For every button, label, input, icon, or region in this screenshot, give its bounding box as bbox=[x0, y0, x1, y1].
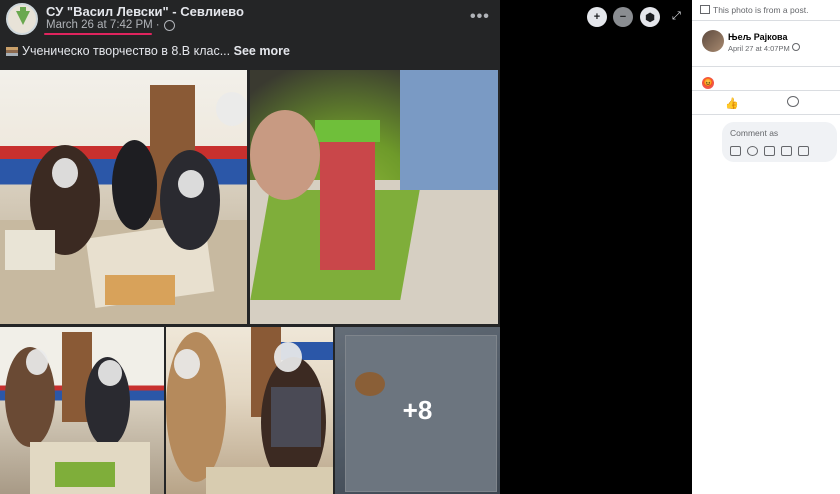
paper-model bbox=[5, 230, 55, 270]
tower-top bbox=[315, 120, 380, 142]
post-meta: March 26 at 7:42 PM · bbox=[46, 19, 175, 31]
blurred-face bbox=[216, 92, 247, 126]
books-icon bbox=[6, 47, 18, 56]
student-hair bbox=[160, 150, 220, 250]
comment-tools bbox=[730, 146, 809, 156]
post-photo-5[interactable]: +8 bbox=[335, 327, 500, 494]
blurred-face bbox=[98, 360, 122, 386]
post-photo-3[interactable] bbox=[0, 327, 164, 494]
emoji-icon[interactable] bbox=[747, 146, 758, 156]
hand bbox=[250, 110, 320, 200]
post-card: СУ "Васил Левски" - Севлиево March 26 at… bbox=[0, 0, 500, 494]
avatar-sticker-icon[interactable] bbox=[730, 146, 741, 156]
blurred-face bbox=[274, 342, 302, 372]
argyle-vest bbox=[271, 387, 321, 447]
commenter-name[interactable]: Њељ Рајкова bbox=[728, 32, 787, 42]
caption-text: Ученическо творчество в 8.В клас... bbox=[22, 44, 231, 58]
download-arrow-icon-head bbox=[16, 11, 30, 25]
divider bbox=[692, 90, 840, 91]
post-icon bbox=[700, 5, 710, 14]
comment-input[interactable]: Comment as bbox=[722, 122, 837, 162]
comment-icon[interactable] bbox=[787, 96, 799, 107]
photo-viewer: СУ "Васил Левски" - Севлиево March 26 at… bbox=[0, 0, 692, 494]
green-board bbox=[55, 462, 115, 487]
commenter-date-text[interactable]: April 27 at 4:07PM bbox=[728, 44, 790, 53]
angry-reaction-icon[interactable]: 😡 bbox=[702, 77, 714, 89]
commenter-avatar[interactable] bbox=[702, 30, 724, 52]
like-icon[interactable]: 👍 bbox=[725, 97, 739, 110]
page-avatar[interactable] bbox=[6, 3, 38, 35]
post-header: СУ "Васил Левски" - Севлиево March 26 at… bbox=[0, 0, 500, 40]
blurred-face bbox=[178, 170, 204, 198]
gif-icon[interactable] bbox=[781, 146, 792, 156]
post-photo-4[interactable] bbox=[166, 327, 333, 494]
more-options-icon[interactable]: ••• bbox=[470, 8, 490, 26]
denim-sleeve bbox=[400, 70, 498, 190]
zoom-out-icon[interactable]: − bbox=[613, 7, 633, 27]
meta-separator: · bbox=[155, 19, 160, 31]
divider bbox=[692, 20, 840, 21]
expand-icon[interactable]: ⤢ bbox=[672, 10, 684, 22]
student-body bbox=[112, 140, 157, 230]
photo-from-post-notice: This photo is from a post. bbox=[700, 5, 808, 15]
blurred-face bbox=[174, 349, 200, 379]
divider bbox=[692, 66, 840, 67]
sticker-icon[interactable] bbox=[798, 146, 809, 156]
table-surface bbox=[206, 467, 333, 494]
globe-icon bbox=[791, 43, 800, 51]
colored-pieces bbox=[105, 275, 175, 305]
timestamp-underline-annotation bbox=[44, 33, 152, 35]
zoom-in-icon[interactable]: + bbox=[587, 7, 607, 27]
post-photo-1[interactable] bbox=[0, 70, 247, 324]
post-photo-2[interactable] bbox=[250, 70, 498, 324]
post-timestamp[interactable]: March 26 at 7:42 PM bbox=[46, 19, 153, 31]
tag-icon[interactable]: ⬢ bbox=[640, 7, 660, 27]
comment-placeholder: Comment as bbox=[730, 128, 779, 138]
page-name[interactable]: СУ "Васил Левски" - Севлиево bbox=[46, 4, 244, 19]
blurred-face bbox=[52, 158, 78, 188]
blurred-face bbox=[26, 349, 48, 375]
notice-text: This photo is from a post. bbox=[713, 5, 809, 15]
more-photos-overlay[interactable]: +8 bbox=[335, 327, 500, 494]
camera-icon[interactable] bbox=[764, 146, 775, 156]
comments-sidebar: This photo is from a post. Њељ Рајкова A… bbox=[692, 0, 840, 494]
divider bbox=[692, 114, 840, 115]
post-caption: Ученическо творчество в 8.В клас... See … bbox=[6, 44, 290, 58]
globe-icon bbox=[163, 19, 175, 31]
commenter-date: April 27 at 4:07PM bbox=[728, 43, 800, 53]
see-more-link[interactable]: See more bbox=[234, 44, 290, 58]
tower-model bbox=[320, 130, 375, 270]
